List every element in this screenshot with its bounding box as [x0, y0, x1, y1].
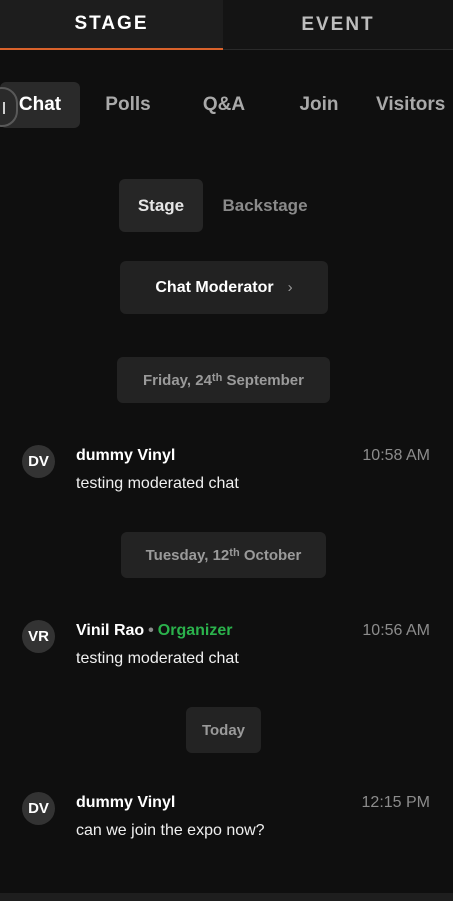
sender-name: dummy Vinyl — [76, 447, 176, 464]
bottom-input-edge — [0, 893, 453, 901]
tab-event[interactable]: EVENT — [223, 0, 453, 50]
sender-name: dummy Vinyl — [76, 794, 176, 811]
date-prefix: Tuesday, 12 — [145, 546, 230, 564]
chat-message: VR Vinil Rao • Organizer 10:56 AM testing … — [22, 620, 432, 670]
sub-tab-polls[interactable]: Polls — [98, 82, 158, 128]
date-ordinal: th — [211, 372, 223, 384]
sub-tab-visitors[interactable]: Visitors — [376, 82, 453, 128]
sub-tab-qa[interactable]: Q&A — [196, 82, 252, 128]
date-ordinal: th — [229, 547, 240, 559]
sender-name: Vinil Rao — [76, 622, 145, 639]
date-label: Today — [201, 721, 246, 739]
message-time: 10:56 AM — [362, 622, 430, 639]
message-text: testing moderated chat — [76, 475, 239, 492]
sender-name-line: dummy Vinyl — [76, 794, 175, 812]
date-prefix: Friday, 24 — [142, 371, 212, 389]
sender-name-line: dummy Vinyl — [76, 447, 175, 465]
stage-chat-panel: STAGE EVENT Chat Polls Q&A Join Visitors… — [0, 0, 453, 901]
message-time: 10:58 AM — [362, 447, 430, 464]
organizer-badge: Organizer — [157, 622, 233, 639]
top-tabs: STAGE EVENT — [0, 0, 453, 50]
chat-message: DV dummy Vinyl 10:58 AM testing moderate… — [22, 445, 432, 495]
date-divider: Tuesday, 12th October — [121, 532, 326, 578]
segment-backstage[interactable]: Backstage — [213, 179, 317, 232]
date-divider: Today — [186, 707, 261, 753]
tab-stage[interactable]: STAGE — [0, 0, 223, 50]
chat-message: DV dummy Vinyl 12:15 PM can we join the … — [22, 792, 432, 842]
sub-nav: Chat Polls Q&A Join Visitors — [0, 82, 453, 128]
sub-tab-join[interactable]: Join — [293, 82, 345, 128]
chat-moderator-label: Chat Moderator — [155, 278, 274, 296]
date-divider: Friday, 24th September — [117, 357, 330, 403]
segment-stage[interactable]: Stage — [119, 179, 203, 232]
chevron-right-icon: › — [287, 279, 293, 296]
message-text: testing moderated chat — [76, 650, 239, 667]
chat-moderator-button[interactable]: Chat Moderator › — [120, 261, 328, 314]
separator-dot: • — [148, 622, 154, 639]
date-suffix: October — [239, 546, 302, 564]
avatar: DV — [22, 445, 55, 478]
sender-name-line: Vinil Rao • Organizer — [76, 622, 232, 640]
date-suffix: September — [222, 371, 304, 389]
message-time: 12:15 PM — [361, 794, 430, 811]
avatar: VR — [22, 620, 55, 653]
avatar: DV — [22, 792, 55, 825]
message-text: can we join the expo now? — [76, 822, 265, 839]
